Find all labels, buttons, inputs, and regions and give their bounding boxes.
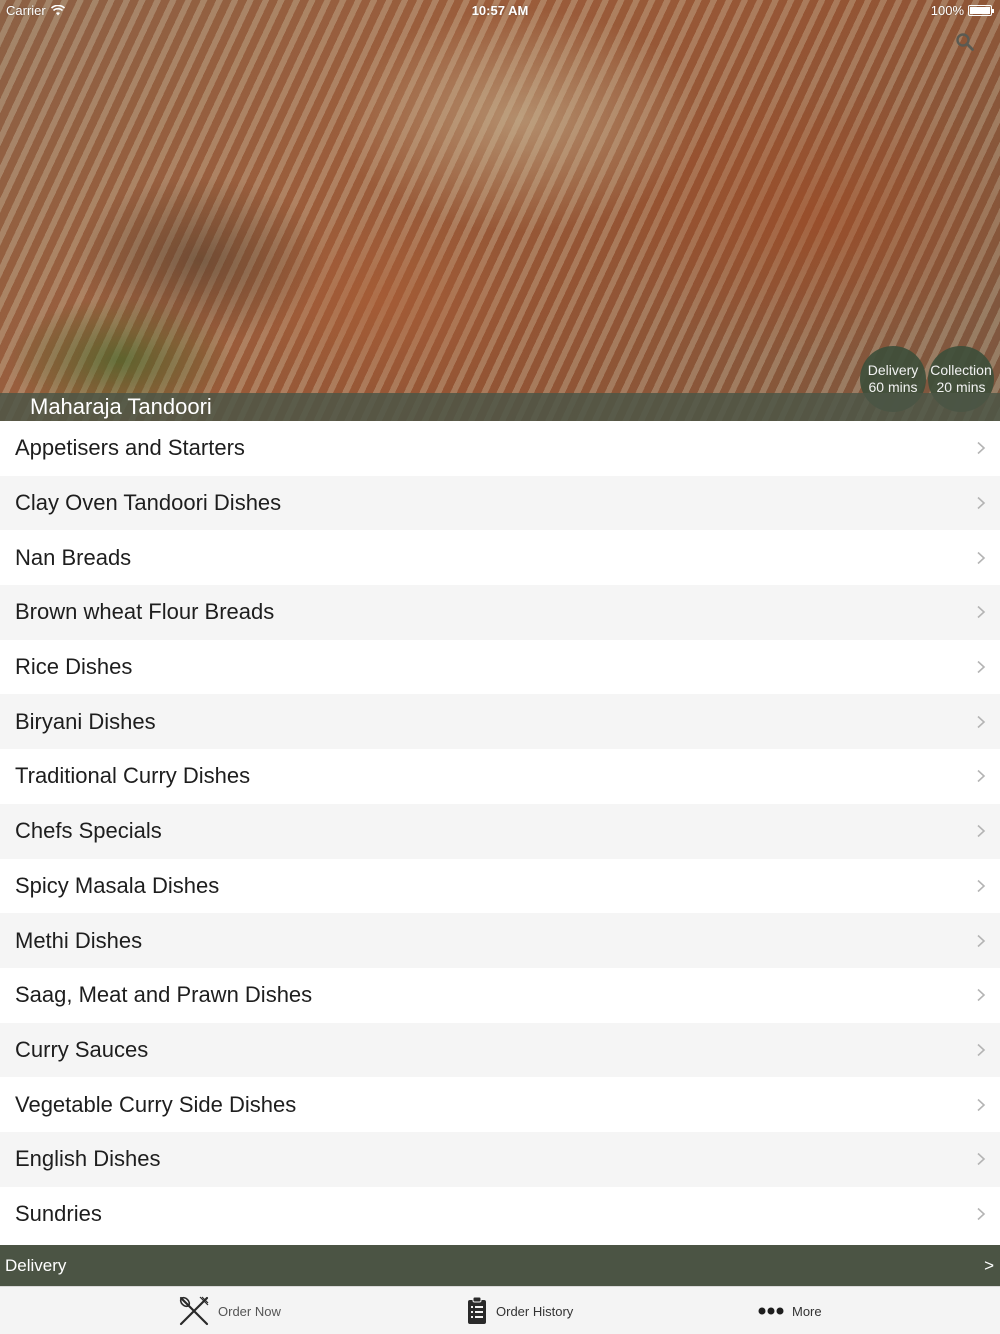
category-row[interactable]: Nan Breads: [0, 530, 1000, 586]
chevron-right-icon: [977, 715, 986, 728]
category-row[interactable]: Curry Sauces: [0, 1022, 1000, 1078]
category-label: Nan Breads: [15, 544, 132, 570]
category-row[interactable]: Vegetable Curry Side Dishes: [0, 1077, 1000, 1132]
category-label: Rice Dishes: [15, 654, 133, 680]
category-label: Vegetable Curry Side Dishes: [15, 1091, 297, 1117]
tab-order-history[interactable]: Order History: [466, 1287, 573, 1334]
category-row[interactable]: Brown wheat Flour Breads: [0, 585, 1000, 640]
tab-more-label: More: [792, 1303, 822, 1319]
category-row[interactable]: Saag, Meat and Prawn Dishes: [0, 967, 1000, 1023]
battery-icon: [968, 5, 994, 16]
category-label: Sundries: [15, 1200, 102, 1226]
chevron-right-icon: [977, 551, 986, 564]
chevron-right-icon: [977, 1153, 986, 1166]
status-battery: 100%: [930, 3, 994, 18]
category-list: Appetisers and Starters Clay Oven Tandoo…: [0, 421, 1000, 1242]
tab-order-now[interactable]: Order Now: [178, 1287, 281, 1334]
category-label: Biryani Dishes: [15, 708, 156, 734]
delivery-mode-bar[interactable]: Delivery >: [0, 1245, 1000, 1286]
category-row[interactable]: Rice Dishes: [0, 639, 1000, 695]
category-row[interactable]: Chefs Specials: [0, 803, 1000, 859]
search-icon[interactable]: [955, 32, 975, 52]
chevron-right-icon: [977, 770, 986, 783]
collection-badge-label: Collection: [930, 362, 992, 378]
category-row[interactable]: Traditional Curry Dishes: [0, 749, 1000, 804]
clipboard-icon: [468, 1296, 486, 1324]
delivery-mode-arrow: >: [984, 1255, 994, 1275]
category-label: Traditional Curry Dishes: [15, 763, 251, 789]
tab-order-history-label: Order History: [496, 1303, 574, 1319]
category-label: Spicy Masala Dishes: [15, 872, 220, 898]
tab-order-now-label: Order Now: [218, 1303, 281, 1319]
battery-percent: 100%: [930, 3, 964, 18]
chevron-right-icon: [977, 1098, 986, 1111]
status-time: 10:57 AM: [471, 3, 529, 18]
fork-knife-icon: [179, 1296, 209, 1326]
tab-more[interactable]: More: [758, 1287, 822, 1334]
chevron-right-icon: [977, 661, 986, 674]
delivery-mode-label: Delivery: [5, 1255, 67, 1275]
restaurant-title-bar: Maharaja Tandoori: [0, 393, 1000, 421]
category-row[interactable]: Sundries: [0, 1186, 1000, 1242]
restaurant-name: Maharaja Tandoori: [30, 394, 212, 419]
delivery-badge-label: Delivery: [867, 362, 919, 378]
chevron-right-icon: [977, 496, 986, 510]
category-label: Chefs Specials: [15, 818, 162, 844]
category-row[interactable]: Biryani Dishes: [0, 694, 1000, 750]
category-label: Methi Dishes: [15, 927, 143, 953]
category-row[interactable]: Spicy Masala Dishes: [0, 858, 1000, 914]
category-label: Appetisers and Starters: [15, 435, 245, 461]
tab-bar: Order Now Order History More: [0, 1286, 1000, 1334]
category-label: Saag, Meat and Prawn Dishes: [15, 982, 313, 1008]
chevron-right-icon: [977, 442, 986, 455]
category-label: Brown wheat Flour Breads: [15, 599, 275, 625]
chevron-right-icon: [977, 934, 986, 947]
status-bar: Carrier 10:57 AM 100%: [0, 0, 1000, 20]
hero-image: Carrier 10:57 AM 100% Delivery 60 mins C…: [0, 0, 1000, 421]
chevron-right-icon: [977, 1207, 986, 1221]
category-label: Curry Sauces: [15, 1036, 149, 1062]
category-row[interactable]: Methi Dishes: [0, 913, 1000, 968]
chevron-right-icon: [977, 1043, 986, 1056]
category-row[interactable]: Clay Oven Tandoori Dishes: [0, 475, 1000, 531]
chevron-right-icon: [977, 989, 986, 1002]
category-row[interactable]: Appetisers and Starters: [0, 421, 1000, 476]
category-row[interactable]: English Dishes: [0, 1131, 1000, 1187]
hero-overlay: [0, 0, 1000, 421]
ellipsis-icon: [758, 1307, 784, 1315]
category-label: Clay Oven Tandoori Dishes: [15, 490, 282, 516]
category-label: English Dishes: [15, 1146, 161, 1172]
chevron-right-icon: [977, 825, 986, 838]
chevron-right-icon: [977, 606, 986, 619]
chevron-right-icon: [977, 879, 986, 892]
